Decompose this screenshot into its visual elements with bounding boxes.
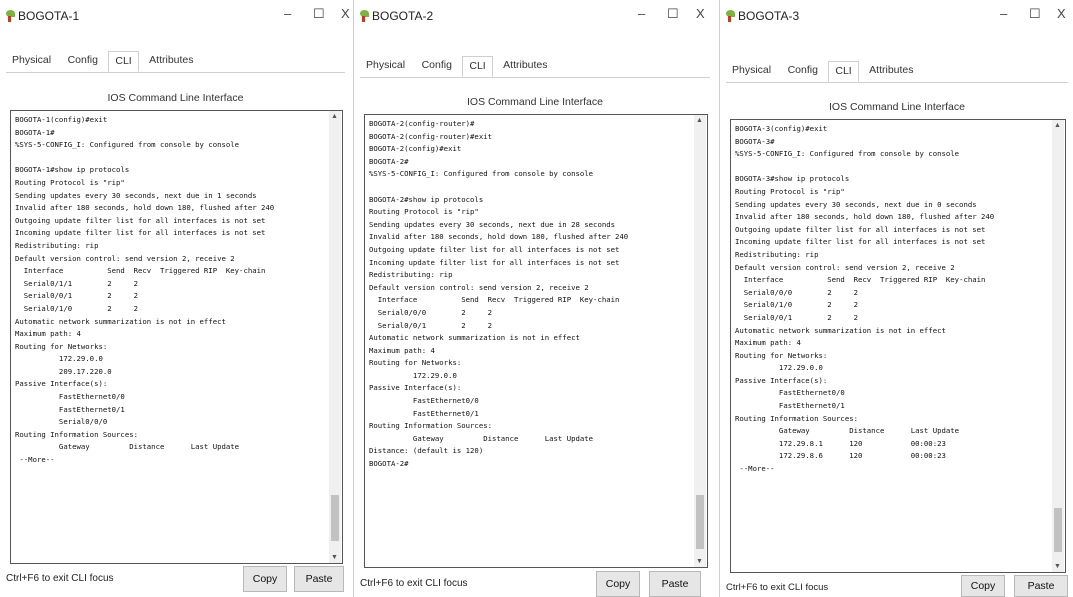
packet-tracer-leaf-icon [726, 10, 735, 22]
minimize-icon[interactable]: – [638, 6, 645, 21]
paste-button[interactable]: Paste [294, 566, 344, 592]
tab-config[interactable]: Config [62, 51, 104, 70]
vertical-scrollbar[interactable]: ▲ ▼ [1052, 120, 1064, 572]
paste-button[interactable]: Paste [1014, 575, 1068, 597]
maximize-icon[interactable]: ☐ [1029, 6, 1041, 22]
bogota-2-window: BOGOTA-2 – ☐ X Physical Config CLI Attri… [353, 0, 716, 597]
window-title: BOGOTA-2 [372, 9, 434, 23]
ios-cli-heading: IOS Command Line Interface [107, 92, 244, 104]
packet-tracer-leaf-icon [6, 10, 15, 22]
cli-output[interactable]: BOGOTA-1(config)#exit BOGOTA-1# %SYS-5-C… [11, 111, 342, 563]
ios-cli-heading: IOS Command Line Interface [829, 101, 965, 113]
cli-focus-hint: Ctrl+F6 to exit CLI focus [360, 578, 468, 589]
paste-button[interactable]: Paste [649, 571, 701, 597]
tab-bar: Physical Config CLI Attributes [726, 60, 1068, 83]
close-icon[interactable]: X [341, 6, 350, 21]
window-title: BOGOTA-1 [18, 9, 80, 23]
minimize-icon[interactable]: – [1000, 6, 1007, 21]
title-bar: BOGOTA-1 – ☐ X [0, 0, 351, 32]
ios-cli-heading: IOS Command Line Interface [467, 96, 603, 108]
tab-bar: Physical Config CLI Attributes [6, 50, 345, 73]
cli-console[interactable]: BOGOTA-2(config-router)# BOGOTA-2(config… [364, 114, 708, 568]
vertical-scrollbar[interactable]: ▲ ▼ [694, 115, 706, 567]
tab-attributes[interactable]: Attributes [143, 51, 199, 70]
vertical-scrollbar[interactable]: ▲ ▼ [329, 111, 341, 563]
window-title: BOGOTA-3 [738, 9, 800, 23]
title-bar: BOGOTA-3 – ☐ X [720, 0, 1073, 32]
tab-config[interactable]: Config [416, 56, 458, 75]
tab-physical[interactable]: Physical [726, 61, 777, 80]
scroll-down-icon[interactable]: ▼ [1054, 563, 1061, 570]
tab-attributes[interactable]: Attributes [497, 56, 553, 75]
scroll-up-icon[interactable]: ▲ [696, 117, 703, 124]
tab-cli[interactable]: CLI [108, 51, 139, 72]
tab-bar: Physical Config CLI Attributes [360, 55, 710, 78]
scroll-up-icon[interactable]: ▲ [1054, 122, 1061, 129]
copy-button[interactable]: Copy [596, 571, 640, 597]
cli-console[interactable]: BOGOTA-1(config)#exit BOGOTA-1# %SYS-5-C… [10, 110, 343, 564]
scroll-down-icon[interactable]: ▼ [696, 558, 703, 565]
copy-button[interactable]: Copy [243, 566, 287, 592]
maximize-icon[interactable]: ☐ [313, 6, 325, 22]
cli-output[interactable]: BOGOTA-3(config)#exit BOGOTA-3# %SYS-5-C… [731, 120, 1065, 572]
close-icon[interactable]: X [696, 6, 705, 21]
title-bar: BOGOTA-2 – ☐ X [354, 0, 716, 32]
minimize-icon[interactable]: – [284, 6, 291, 21]
close-icon[interactable]: X [1057, 6, 1066, 21]
tab-physical[interactable]: Physical [6, 51, 57, 70]
cli-focus-hint: Ctrl+F6 to exit CLI focus [726, 582, 829, 593]
copy-button[interactable]: Copy [961, 575, 1005, 597]
tab-physical[interactable]: Physical [360, 56, 411, 75]
scroll-thumb[interactable] [331, 495, 339, 541]
cli-output[interactable]: BOGOTA-2(config-router)# BOGOTA-2(config… [365, 115, 707, 567]
scroll-up-icon[interactable]: ▲ [331, 113, 338, 120]
cli-console[interactable]: BOGOTA-3(config)#exit BOGOTA-3# %SYS-5-C… [730, 119, 1066, 573]
tab-cli[interactable]: CLI [462, 56, 493, 77]
tab-attributes[interactable]: Attributes [863, 61, 919, 80]
packet-tracer-leaf-icon [360, 10, 369, 22]
tab-cli[interactable]: CLI [828, 61, 859, 82]
maximize-icon[interactable]: ☐ [667, 6, 679, 22]
cli-focus-hint: Ctrl+F6 to exit CLI focus [6, 573, 114, 584]
scroll-down-icon[interactable]: ▼ [331, 554, 338, 561]
bogota-1-window: BOGOTA-1 – ☐ X Physical Config CLI Attri… [0, 0, 351, 597]
tab-config[interactable]: Config [782, 61, 824, 80]
scroll-thumb[interactable] [696, 495, 704, 549]
bogota-3-window: BOGOTA-3 – ☐ X Physical Config CLI Attri… [719, 0, 1073, 597]
scroll-thumb[interactable] [1054, 508, 1062, 552]
